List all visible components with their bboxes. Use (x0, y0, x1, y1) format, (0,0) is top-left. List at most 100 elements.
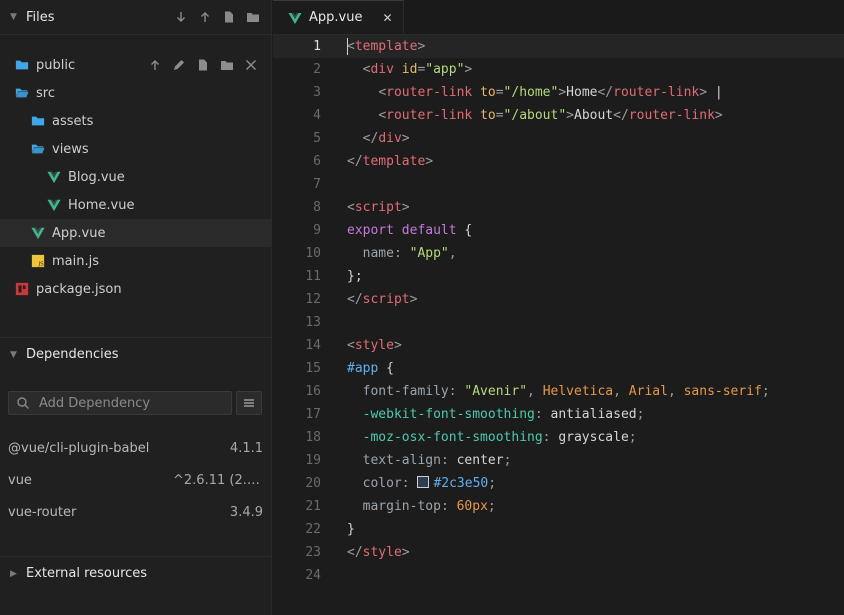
dependency-row[interactable]: vue ^2.6.11 (2.6.11) (0, 464, 271, 496)
code-token: script (362, 292, 410, 307)
code-line: 18 -moz-osx-font-smoothing: grayscale; (273, 426, 844, 449)
svg-text:JS: JS (37, 261, 44, 267)
code-token: > (425, 154, 434, 169)
dependency-list: @vue/cli-plugin-babel 4.1.1 vue ^2.6.11 (2.… (0, 432, 271, 528)
tree-item-label: Home.vue (68, 197, 135, 213)
code-token: antialiased (550, 407, 637, 422)
code-token: < (378, 85, 387, 100)
tree-item-src[interactable]: src (0, 79, 271, 107)
code-line-text: </script> (347, 288, 417, 311)
code-token: Home (566, 85, 598, 100)
tree-item-label: views (52, 141, 89, 157)
add-dependency-input[interactable] (37, 394, 231, 412)
tree-item-home-vue[interactable]: Home.vue (0, 191, 271, 219)
tree-item-views[interactable]: views (0, 135, 271, 163)
code-editor[interactable]: 1 <template> 2 <div id="app"> 3 <router-lin… (273, 35, 844, 587)
code-line: 5 </div> (273, 127, 844, 150)
line-number: 8 (313, 200, 321, 215)
new-file-icon[interactable] (195, 57, 211, 73)
collapse-caret-icon[interactable]: ▼ (10, 350, 26, 360)
dependency-menu-button[interactable] (236, 391, 262, 415)
code-line: 19 text-align: center; (273, 449, 844, 472)
arrow-down-icon[interactable] (173, 9, 189, 25)
tab-label: App.vue (309, 10, 363, 25)
code-line-text: </template> (347, 150, 433, 173)
code-line-text: text-align: center; (347, 449, 512, 472)
code-token: </ (613, 108, 629, 123)
code-line-text: <script> (347, 196, 410, 219)
new-file-icon[interactable] (221, 9, 237, 25)
code-token: > (558, 85, 567, 100)
arrow-up-icon[interactable] (147, 57, 163, 73)
code-token: > (401, 545, 410, 560)
tree-item-main-js[interactable]: JS main.js (0, 247, 271, 275)
code-line: 3 <router-link to="/home">Home</router-l… (273, 81, 844, 104)
code-token: : (401, 476, 418, 491)
code-token: style (354, 338, 394, 353)
pencil-icon[interactable] (171, 57, 187, 73)
line-number: 4 (313, 108, 321, 123)
code-token: Arial (628, 384, 668, 399)
new-folder-icon[interactable] (245, 9, 261, 25)
code-line: 2 <div id="app"> (273, 58, 844, 81)
code-token: > (464, 62, 473, 77)
dependencies-header[interactable]: ▼ Dependencies (0, 338, 271, 371)
add-dependency-field[interactable] (8, 391, 232, 415)
line-number: 9 (313, 223, 321, 238)
tree-item-public[interactable]: public (0, 51, 271, 79)
files-panel-header[interactable]: ▼ Files (0, 0, 271, 35)
tree-item-blog-vue[interactable]: Blog.vue (0, 163, 271, 191)
folder-icon (30, 113, 46, 129)
code-token: font-family (362, 384, 449, 399)
tree-item-app-vue[interactable]: App.vue (0, 219, 271, 247)
code-token: margin-top (362, 499, 441, 514)
folder-open-icon (14, 85, 30, 101)
code-line: 21 margin-top: 60px; (273, 495, 844, 518)
code-line: 22} (273, 518, 844, 541)
code-token: ; (487, 499, 496, 514)
code-token: "Avenir" (464, 384, 528, 399)
code-line-text: </div> (347, 127, 410, 150)
line-number: 2 (313, 62, 321, 77)
close-icon[interactable] (243, 57, 259, 73)
code-token: center (456, 453, 504, 468)
tree-item-assets[interactable]: assets (0, 107, 271, 135)
collapse-caret-icon[interactable]: ▼ (10, 12, 26, 22)
code-token: "App" (409, 246, 449, 261)
code-token: > (417, 39, 426, 54)
line-number: 3 (313, 85, 321, 100)
code-token: ; (636, 407, 645, 422)
code-token: </ (597, 85, 614, 100)
code-line: 16 font-family: "Avenir", Helvetica, Ari… (273, 380, 844, 403)
line-number: 23 (305, 545, 321, 560)
code-line: 12 </script> (273, 288, 844, 311)
close-icon[interactable]: ✕ (382, 11, 392, 25)
external-resources-panel: ▶ External resources (0, 556, 271, 590)
code-line-text: export default { (347, 219, 472, 242)
dependency-row[interactable]: vue-router 3.4.9 (0, 496, 271, 528)
code-line: 7 (273, 173, 844, 196)
new-folder-icon[interactable] (219, 57, 235, 73)
code-line: 23 </style> (273, 541, 844, 564)
tree-item-label: App.vue (52, 225, 106, 241)
menu-icon (241, 395, 257, 411)
arrow-up-icon[interactable] (197, 9, 213, 25)
code-token: , (527, 384, 543, 399)
code-token: </ (347, 545, 363, 560)
tree-item-package-json[interactable]: package.json (0, 275, 271, 303)
code-line: 10 name: "App", (273, 242, 844, 265)
dependency-row[interactable]: @vue/cli-plugin-babel 4.1.1 (0, 432, 271, 464)
code-line-text: margin-top: 60px; (347, 495, 496, 518)
tab-app-vue[interactable]: App.vue ✕ (273, 0, 404, 34)
code-token: script (354, 200, 402, 215)
expand-caret-icon[interactable]: ▶ (10, 569, 26, 579)
editor: App.vue ✕ 1 <template> 2 <div id="app"> 3 <… (273, 0, 844, 615)
external-resources-header[interactable]: ▶ External resources (0, 557, 271, 590)
code-token: : (393, 246, 410, 261)
color-swatch[interactable] (417, 476, 430, 488)
